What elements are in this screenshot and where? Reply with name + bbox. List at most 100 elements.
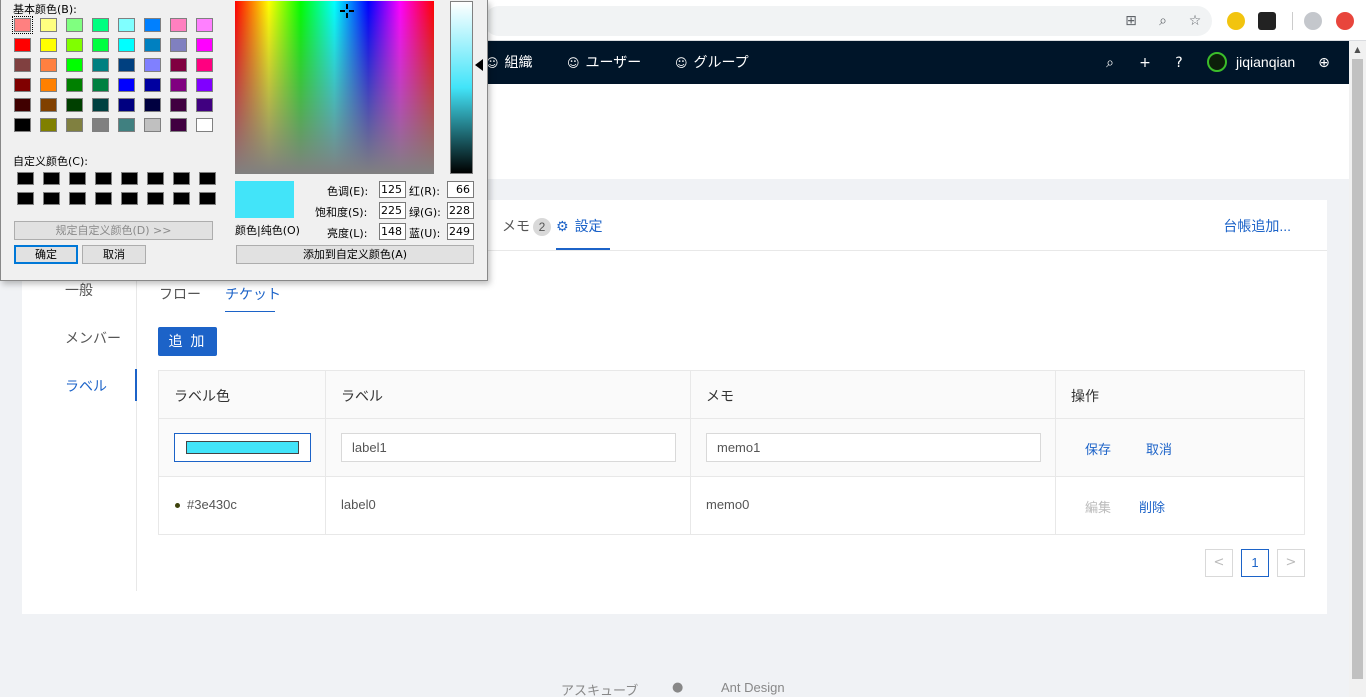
basic-color-swatch[interactable] [66, 18, 83, 32]
page-scrollbar[interactable]: ▲ [1349, 41, 1366, 697]
dialog-cancel-button[interactable]: 取消 [82, 245, 146, 264]
footer-antdesign-link[interactable]: Ant Design [721, 680, 785, 695]
custom-color-swatch[interactable] [121, 172, 138, 185]
translate-icon[interactable]: ⊞ [1122, 12, 1140, 30]
basic-color-swatch[interactable] [118, 58, 135, 72]
basic-color-swatch[interactable] [14, 118, 31, 132]
cancel-button[interactable]: 取消 [1146, 439, 1172, 458]
custom-color-swatch[interactable] [95, 192, 112, 205]
tab-memo[interactable]: メモ 2 [502, 216, 551, 236]
pagination-prev[interactable]: < [1205, 549, 1233, 577]
footer-company-link[interactable]: アスキューブ [561, 680, 638, 697]
scroll-thumb[interactable] [1352, 59, 1363, 679]
red-field[interactable]: 66 [447, 181, 474, 198]
basic-color-swatch[interactable] [40, 98, 57, 112]
basic-color-swatch[interactable] [170, 98, 187, 112]
address-bar[interactable] [484, 6, 1212, 36]
add-label-button[interactable]: 追 加 [158, 327, 217, 356]
basic-color-swatch[interactable] [144, 58, 161, 72]
basic-color-swatch[interactable] [196, 18, 213, 32]
tab-settings[interactable]: ⚙ 設定 [556, 216, 603, 236]
basic-color-swatch[interactable] [144, 38, 161, 52]
basic-color-swatch[interactable] [14, 58, 31, 72]
basic-color-swatch[interactable] [144, 118, 161, 132]
basic-color-swatch[interactable] [170, 118, 187, 132]
custom-color-swatch[interactable] [43, 172, 60, 185]
basic-color-swatch[interactable] [14, 98, 31, 112]
basic-color-swatch[interactable] [170, 78, 187, 92]
subtab-ticket[interactable]: チケット [225, 284, 281, 304]
custom-color-swatch[interactable] [43, 192, 60, 205]
basic-color-swatch[interactable] [14, 38, 31, 52]
basic-color-swatch[interactable] [92, 18, 109, 32]
basic-color-swatch[interactable] [118, 78, 135, 92]
username[interactable]: jiqianqian [1236, 41, 1295, 84]
save-button[interactable]: 保存 [1085, 439, 1111, 458]
basic-color-swatch[interactable] [92, 58, 109, 72]
basic-color-swatch[interactable] [144, 78, 161, 92]
basic-color-swatch[interactable] [12, 16, 33, 34]
basic-color-swatch[interactable] [196, 38, 213, 52]
basic-color-swatch[interactable] [40, 38, 57, 52]
globe-icon[interactable]: ⊕ [1315, 54, 1333, 72]
basic-color-swatch[interactable] [118, 118, 135, 132]
custom-color-swatch[interactable] [17, 172, 34, 185]
basic-color-swatch[interactable] [196, 78, 213, 92]
basic-color-swatch[interactable] [14, 78, 31, 92]
add-to-custom-colors-button[interactable]: 添加到自定义颜色(A) [236, 245, 474, 264]
search-icon[interactable]: ⌕ [1101, 54, 1119, 72]
zoom-icon[interactable]: ⌕ [1154, 12, 1172, 30]
basic-color-swatch[interactable] [92, 98, 109, 112]
blue-field[interactable]: 249 [447, 223, 474, 240]
bookmark-star-icon[interactable]: ☆ [1186, 12, 1204, 30]
basic-color-swatch[interactable] [66, 58, 83, 72]
basic-color-swatch[interactable] [144, 18, 161, 32]
custom-color-swatch[interactable] [199, 192, 216, 205]
help-icon[interactable]: ? [1170, 54, 1188, 72]
extension-icon[interactable] [1227, 12, 1245, 30]
custom-color-swatch[interactable] [69, 172, 86, 185]
plus-icon[interactable]: + [1136, 54, 1154, 72]
basic-color-swatch[interactable] [118, 38, 135, 52]
basic-color-swatch[interactable] [92, 118, 109, 132]
custom-color-swatch[interactable] [147, 172, 164, 185]
label-color-input[interactable] [174, 433, 311, 462]
profile-icon[interactable] [1304, 12, 1322, 30]
define-custom-colors-button[interactable]: 规定自定义颜色(D) >> [14, 221, 213, 240]
nav-groups[interactable]: ☺ グループ [675, 41, 749, 84]
color-spectrum[interactable] [235, 1, 434, 174]
custom-color-swatch[interactable] [69, 192, 86, 205]
add-ledger-link[interactable]: 台帳追加... [1223, 216, 1291, 236]
luminosity-arrow-icon[interactable] [475, 59, 483, 71]
basic-color-swatch[interactable] [66, 78, 83, 92]
avatar[interactable] [1207, 52, 1227, 72]
basic-color-swatch[interactable] [170, 38, 187, 52]
custom-color-swatch[interactable] [17, 192, 34, 205]
github-icon[interactable]: ● [672, 680, 683, 695]
basic-color-swatch[interactable] [92, 38, 109, 52]
nav-organization[interactable]: ☺ 組織 [486, 41, 533, 84]
basic-color-swatch[interactable] [40, 58, 57, 72]
custom-color-swatch[interactable] [147, 192, 164, 205]
basic-color-swatch[interactable] [144, 98, 161, 112]
saturation-field[interactable]: 225 [379, 202, 406, 219]
scroll-up-arrow-icon[interactable]: ▲ [1349, 41, 1366, 58]
side-item-general[interactable]: 一般 [65, 280, 93, 300]
basic-color-swatch[interactable] [196, 98, 213, 112]
basic-color-swatch[interactable] [196, 58, 213, 72]
basic-color-swatch[interactable] [118, 98, 135, 112]
memo-input[interactable]: memo1 [706, 433, 1041, 462]
basic-color-swatch[interactable] [40, 18, 57, 32]
delete-button[interactable]: 削除 [1139, 497, 1165, 516]
custom-color-swatch[interactable] [173, 192, 190, 205]
pagination-next[interactable]: > [1277, 549, 1305, 577]
basic-color-swatch[interactable] [92, 78, 109, 92]
custom-color-swatch[interactable] [173, 172, 190, 185]
basic-color-swatch[interactable] [40, 118, 57, 132]
side-item-labels[interactable]: ラベル [65, 376, 107, 396]
basic-color-swatch[interactable] [118, 18, 135, 32]
basic-color-swatch[interactable] [66, 118, 83, 132]
basic-color-swatch[interactable] [170, 18, 187, 32]
custom-color-swatch[interactable] [121, 192, 138, 205]
side-item-members[interactable]: メンバー [65, 328, 121, 348]
